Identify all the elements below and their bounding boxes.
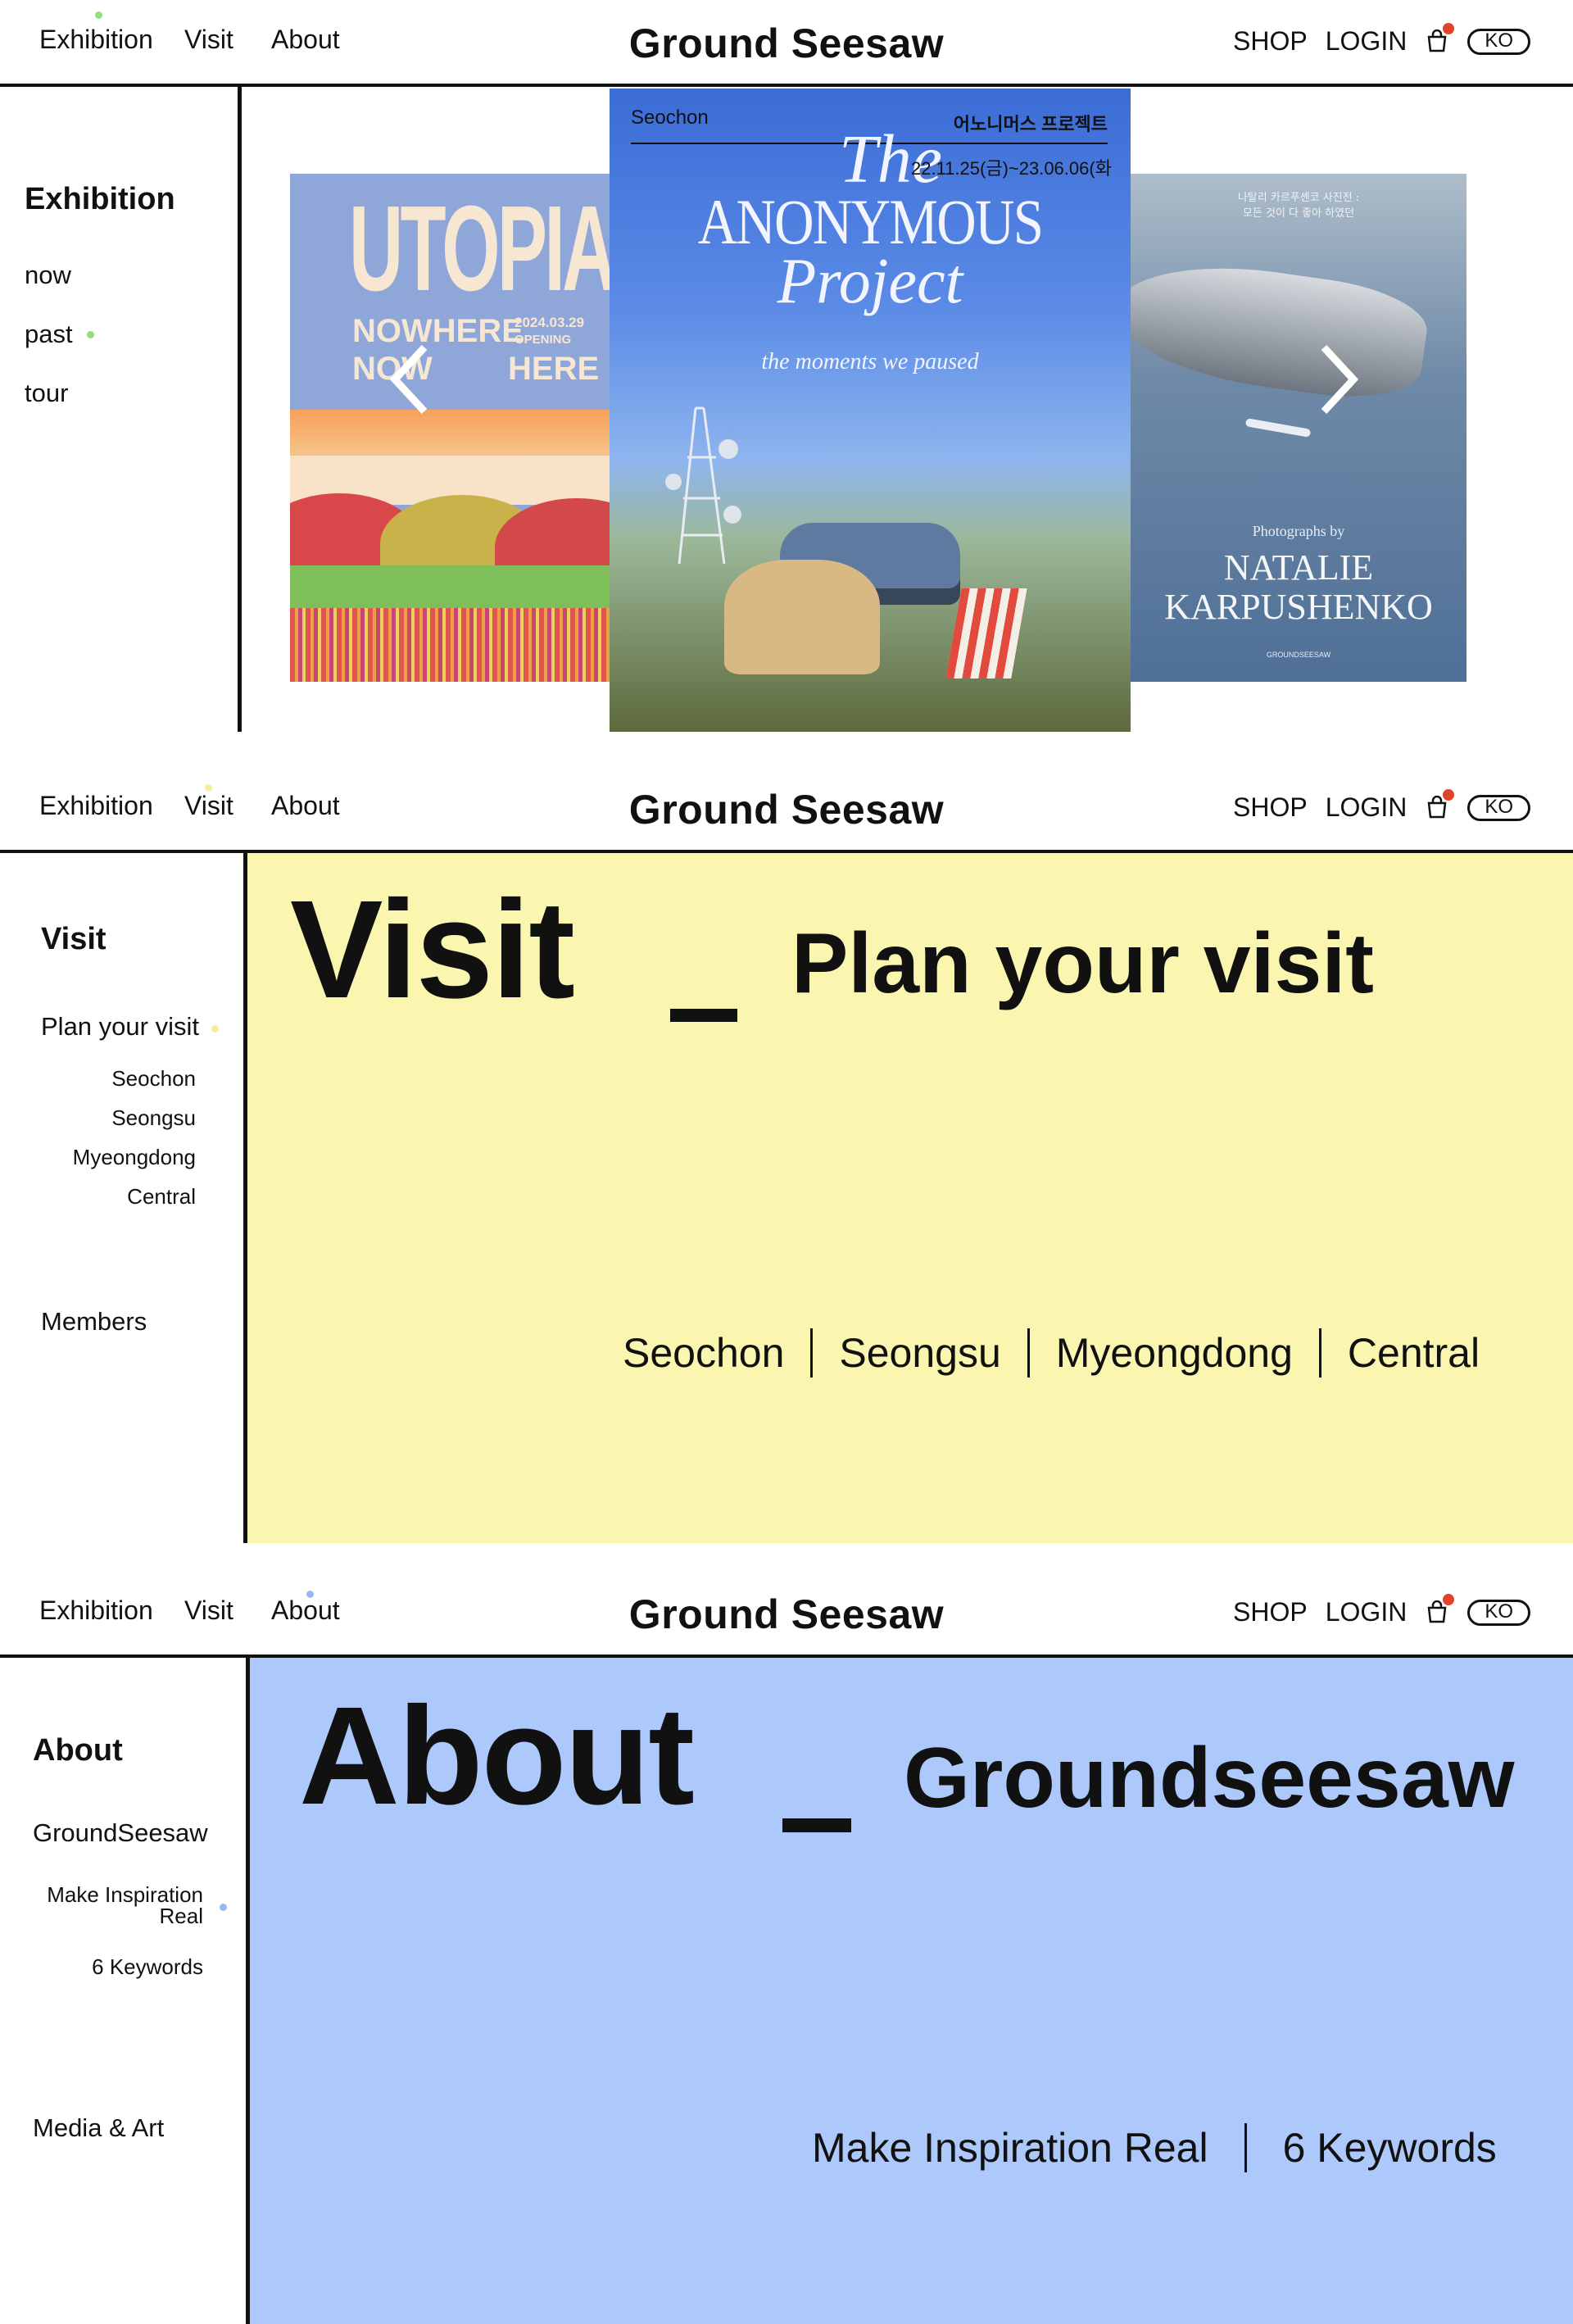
site-header: Exhibition Visit About Ground Seesaw SHO… [0, 1571, 1573, 1658]
exhibition-panel: Exhibition Visit About Ground Seesaw SHO… [0, 0, 1573, 732]
location-link-central[interactable]: Central [1348, 1329, 1480, 1377]
poster-opening: OPENING [515, 333, 572, 347]
cart-badge [1443, 1593, 1455, 1605]
sidebar-item-now[interactable]: now [25, 261, 71, 290]
location-links: Seochon Seongsu Myeongdong Central [623, 1328, 1480, 1378]
page-title: About [299, 1678, 695, 1834]
poster-line-2b: HERE [508, 351, 600, 387]
sidebar-item-plan-your-visit[interactable]: Plan your visit [41, 1012, 199, 1042]
poster-dates: 22.11.25(금)~23.06.06(화 [911, 158, 1112, 179]
cart-badge [1443, 22, 1455, 34]
about-link-6-keywords[interactable]: 6 Keywords [1283, 2124, 1497, 2172]
poster-flowers [290, 608, 610, 682]
sidebar-subitem-seochon[interactable]: Seochon [111, 1066, 196, 1092]
carousel-next-icon[interactable] [1314, 343, 1363, 416]
poster-korean-title: 나탈리 카르푸셴코 사진전 : 모든 것이 다 좋아 하였던 [1237, 192, 1360, 220]
exhibition-sidebar: Exhibition now past tour [0, 87, 242, 732]
poster-brand: GROUNDSEESAW [1266, 651, 1331, 659]
poster-people [724, 560, 880, 674]
site-header: Exhibition Visit About Ground Seesaw SHO… [0, 766, 1573, 853]
sidebar-subitem-6-keywords[interactable]: 6 Keywords [92, 1954, 203, 1980]
divider [1027, 1328, 1030, 1378]
sidebar-item-tour[interactable]: tour [25, 379, 68, 408]
sidebar-subitem-seongsu[interactable]: Seongsu [111, 1105, 196, 1131]
poster-date: 2024.03.29 [515, 315, 585, 330]
sidebar-item-past[interactable]: past [25, 320, 73, 349]
poster-tagline: the moments we paused [761, 349, 979, 374]
page-title: Visit [290, 872, 575, 1028]
poster-name-1: NATALIE [1223, 547, 1374, 588]
divider [1244, 2123, 1247, 2172]
active-item-indicator [87, 331, 94, 338]
page-subtitle: Plan your visit [791, 916, 1374, 1011]
poster-natalie-karpushenko[interactable]: 나탈리 카르푸셴코 사진전 : 모든 것이 다 좋아 하였던 Photograp… [1131, 174, 1466, 682]
visit-content: Visit Plan your visit Seochon Seongsu My… [247, 853, 1573, 1543]
shop-link[interactable]: SHOP [1233, 26, 1308, 57]
language-toggle[interactable]: KO [1467, 1599, 1530, 1626]
poster-sunset-band [290, 410, 610, 456]
visit-panel: Exhibition Visit About Ground Seesaw SHO… [0, 766, 1573, 1543]
sidebar-subitem-myeongdong[interactable]: Myeongdong [73, 1145, 196, 1170]
login-link[interactable]: LOGIN [1326, 26, 1408, 57]
about-sidebar: About GroundSeesaw Make Inspiration Real… [0, 1658, 250, 2324]
about-panel: Exhibition Visit About Ground Seesaw SHO… [0, 1571, 1573, 2324]
divider [1318, 1328, 1321, 1378]
about-link-make-inspiration-real[interactable]: Make Inspiration Real [812, 2124, 1208, 2172]
divider [810, 1328, 814, 1378]
language-toggle[interactable]: KO [1467, 28, 1530, 55]
poster-diver [1244, 418, 1312, 438]
sidebar-heading: Exhibition [25, 182, 175, 216]
poster-line-1: NOWHERE [352, 313, 524, 349]
poster-utopia[interactable]: UTOPIA NOWHERE 2024.03.29 OPENING NOW HE… [290, 174, 610, 682]
sidebar-subitem-central[interactable]: Central [127, 1184, 196, 1210]
login-link[interactable]: LOGIN [1326, 792, 1408, 823]
poster-whale [1131, 251, 1432, 408]
cart-icon[interactable] [1425, 22, 1455, 54]
sidebar-item-media-art[interactable]: Media & Art [33, 2113, 164, 2143]
visit-sidebar: Visit Plan your visit Seochon Seongsu My… [0, 853, 247, 1543]
cart-badge [1443, 788, 1455, 801]
header-utilities: SHOP LOGIN KO [1233, 22, 1530, 57]
shop-link[interactable]: SHOP [1233, 792, 1308, 823]
poster-venue: Seochon [631, 107, 709, 129]
header-utilities: SHOP LOGIN KO [1233, 788, 1530, 823]
location-link-seongsu[interactable]: Seongsu [839, 1329, 1000, 1377]
poster-by: Photographs by [1252, 523, 1345, 539]
title-separator [782, 1818, 851, 1832]
sidebar-item-members[interactable]: Members [41, 1307, 147, 1337]
active-nav-indicator [95, 11, 102, 19]
site-header: Exhibition Visit About Ground Seesaw SHO… [0, 0, 1573, 87]
poster-korean-title: 어노니머스 프로젝트 [953, 114, 1108, 134]
active-item-indicator [211, 1025, 219, 1033]
language-toggle[interactable]: KO [1467, 794, 1530, 821]
cart-icon[interactable] [1425, 1593, 1455, 1625]
title-separator [670, 1009, 737, 1022]
location-link-myeongdong[interactable]: Myeongdong [1056, 1329, 1293, 1377]
poster-title: UTOPIA [349, 181, 610, 316]
location-link-seochon[interactable]: Seochon [623, 1329, 784, 1377]
about-links: Make Inspiration Real 6 Keywords [812, 2123, 1497, 2172]
sidebar-subitem-make-inspiration-real[interactable]: Make Inspiration Real [39, 1884, 203, 1927]
header-utilities: SHOP LOGIN KO [1233, 1593, 1530, 1627]
sidebar-heading: About [33, 1733, 123, 1768]
sidebar-heading: Visit [41, 922, 107, 956]
poster-chair [945, 588, 1027, 679]
poster-meadow [290, 565, 610, 615]
carousel-prev-icon[interactable] [385, 343, 434, 416]
shop-link[interactable]: SHOP [1233, 1597, 1308, 1627]
poster-tower-illustration [665, 406, 741, 564]
active-item-indicator [220, 1904, 227, 1911]
sidebar-item-groundseesaw[interactable]: GroundSeesaw [33, 1818, 208, 1848]
poster-title-2: Project [777, 245, 963, 316]
login-link[interactable]: LOGIN [1326, 1597, 1408, 1627]
poster-anonymous-project[interactable]: Seochon 어노니머스 프로젝트 The 22.11.25(금)~23.06… [610, 89, 1131, 732]
poster-name-2: KARPUSHENKO [1164, 587, 1433, 627]
page-subtitle: Groundseesaw [904, 1731, 1515, 1826]
about-content: About Groundseesaw Make Inspiration Real… [250, 1658, 1573, 2324]
cart-icon[interactable] [1425, 788, 1455, 820]
